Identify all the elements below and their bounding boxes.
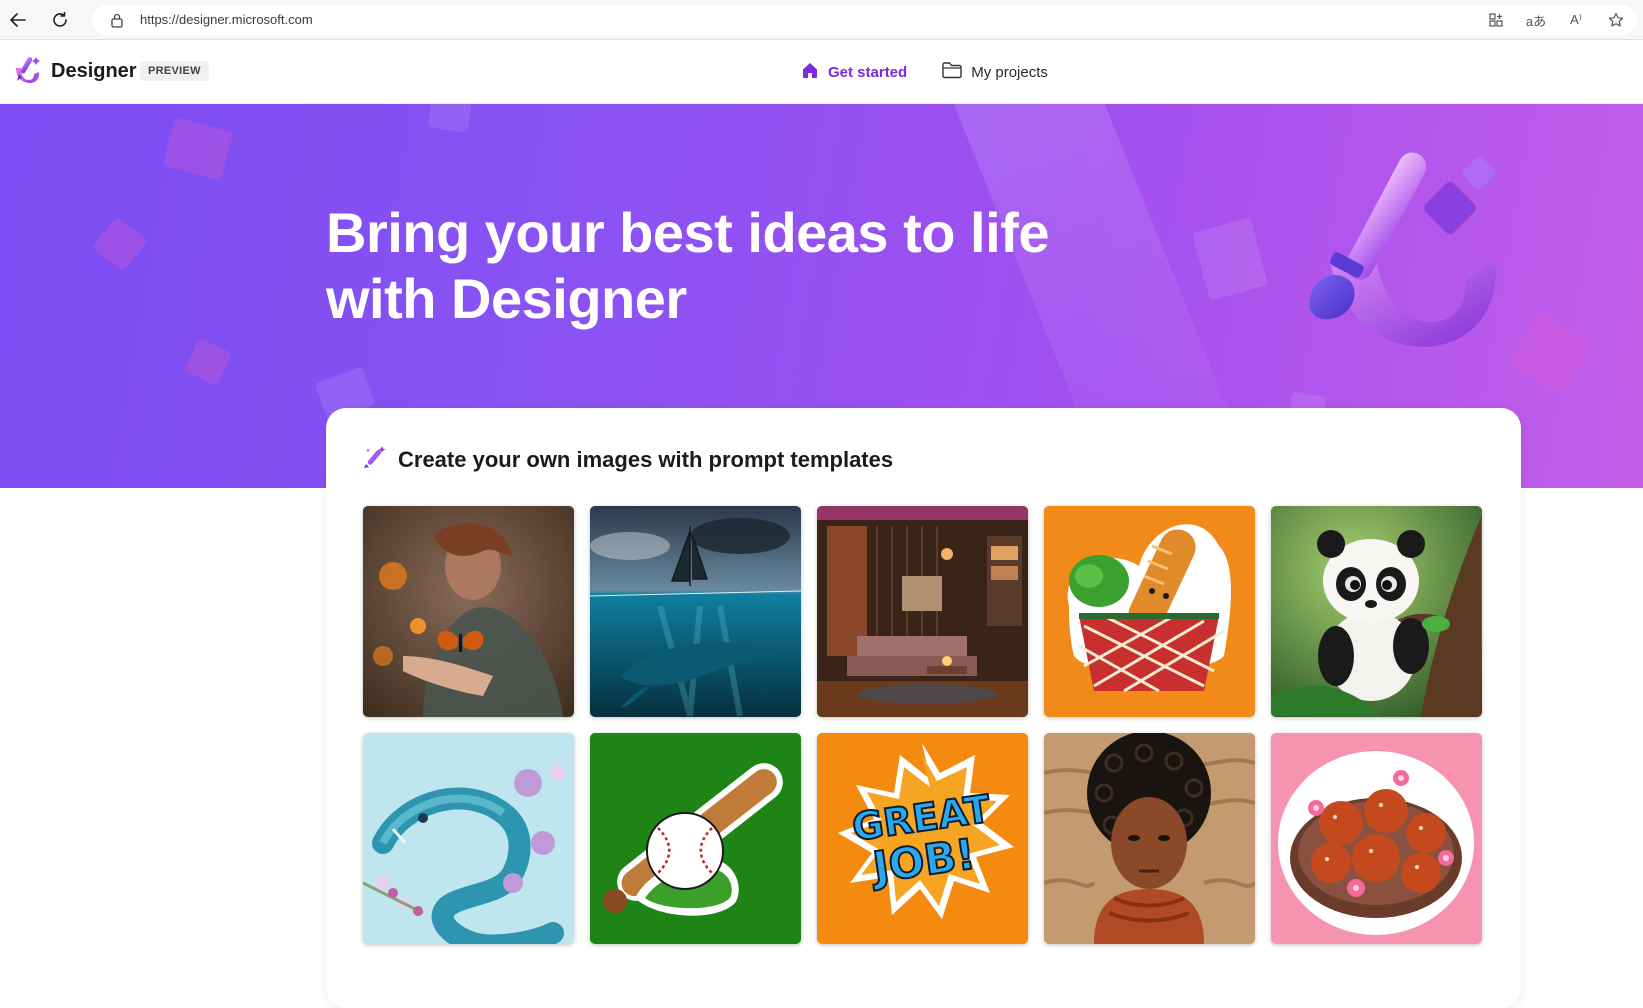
decor-tile — [1191, 217, 1269, 301]
app-header: Designer PREVIEW Get started My projects — [0, 40, 1643, 104]
address-bar[interactable]: https://designer.microsoft.com aあ A⁾ — [92, 5, 1637, 35]
hero-title-line-2: with Designer — [326, 267, 687, 330]
home-icon — [800, 60, 820, 84]
nav-get-started[interactable]: Get started — [800, 58, 907, 86]
carved-portrait-icon — [1044, 733, 1255, 944]
template-panda-on-tree[interactable] — [1271, 506, 1482, 717]
card-header: Create your own images with prompt templ… — [362, 444, 893, 475]
sticker-icon — [1271, 733, 1482, 944]
nav-my-projects[interactable]: My projects — [941, 58, 1048, 86]
designer-brush-illustration-icon — [1290, 140, 1520, 370]
comic-text-icon: GREAT JOB! — [817, 733, 1028, 944]
decor-tile — [162, 117, 234, 181]
template-whale-under-sailboat[interactable] — [590, 506, 801, 717]
card-title: Create your own images with prompt templ… — [398, 446, 894, 472]
refresh-icon[interactable] — [48, 8, 72, 32]
translate-icon[interactable]: aあ — [1525, 9, 1547, 31]
decor-tile — [427, 104, 473, 133]
template-curly-hair-portrait[interactable] — [1044, 733, 1255, 944]
hero-title: Bring your best ideas to life with Desig… — [326, 200, 1086, 332]
decor-tile — [184, 338, 232, 386]
top-navigation: Get started My projects — [800, 58, 1048, 86]
template-baseball-bat-sticker[interactable] — [590, 733, 801, 944]
favorite-star-icon[interactable] — [1605, 9, 1627, 31]
nav-my-projects-label: My projects — [971, 63, 1048, 81]
template-cozy-living-room[interactable] — [817, 506, 1028, 717]
folder-icon — [941, 60, 963, 84]
decor-tile — [91, 215, 149, 273]
interior-photo-icon — [817, 506, 1028, 717]
back-arrow-icon[interactable] — [6, 8, 30, 32]
url-text[interactable]: https://designer.microsoft.com — [140, 12, 313, 27]
app-available-icon[interactable] — [1485, 9, 1507, 31]
magic-wand-icon — [362, 444, 388, 475]
decor-tile — [1508, 312, 1592, 396]
lock-icon[interactable] — [110, 12, 124, 33]
template-woman-with-butterfly[interactable] — [363, 506, 574, 717]
read-aloud-icon[interactable]: A⁾ — [1565, 9, 1587, 31]
ocean-photo-icon — [590, 506, 801, 717]
designer-logo-icon[interactable] — [10, 54, 44, 88]
template-great-job-badge[interactable]: GREAT JOB! — [817, 733, 1028, 944]
panda-photo-icon — [1271, 506, 1482, 717]
hero-title-line-1: Bring your best ideas to life — [326, 201, 1049, 264]
sticker-icon — [590, 733, 801, 944]
brand-name[interactable]: Designer — [51, 60, 137, 83]
template-grocery-basket-sticker[interactable] — [1044, 506, 1255, 717]
browser-toolbar: https://designer.microsoft.com aあ A⁾ — [0, 0, 1643, 40]
nav-get-started-label: Get started — [828, 63, 908, 81]
paper-art-icon — [363, 733, 574, 944]
sticker-icon — [1044, 506, 1255, 717]
preview-badge: PREVIEW — [140, 61, 209, 81]
prompt-templates-card: Create your own images with prompt templ… — [326, 408, 1521, 1008]
template-pastry-bowl-sticker[interactable] — [1271, 733, 1482, 944]
template-paper-iguana[interactable] — [363, 733, 574, 944]
butterfly-photo-icon — [363, 506, 574, 717]
template-grid: GREAT JOB! — [363, 506, 1482, 944]
